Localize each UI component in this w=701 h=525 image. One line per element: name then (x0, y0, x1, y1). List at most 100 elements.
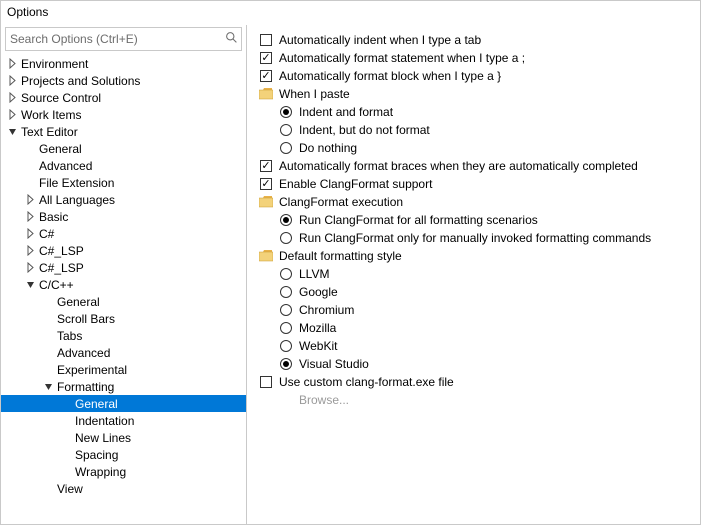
tree-item[interactable]: View (1, 480, 246, 497)
search-box[interactable] (5, 27, 242, 51)
option-row[interactable]: Run ClangFormat for all formatting scena… (259, 211, 700, 229)
option-row[interactable]: Mozilla (259, 319, 700, 337)
tree-item-label: C/C++ (39, 278, 74, 292)
checkbox-icon[interactable]: ✓ (259, 177, 273, 191)
radio-icon[interactable] (279, 357, 293, 371)
expand-icon[interactable] (25, 245, 36, 256)
option-row[interactable]: Use custom clang-format.exe file (259, 373, 700, 391)
left-pane: EnvironmentProjects and Solutions Source … (1, 25, 247, 524)
radio-icon[interactable] (279, 321, 293, 335)
tree-item-label: C#_LSP (39, 261, 84, 275)
tree-item[interactable]: Formatting (1, 378, 246, 395)
tree-item[interactable]: Basic (1, 208, 246, 225)
navigation-tree[interactable]: EnvironmentProjects and Solutions Source … (1, 55, 246, 524)
radio-icon[interactable] (279, 231, 293, 245)
checkbox-icon[interactable]: ✓ (259, 51, 273, 65)
tree-item[interactable]: C#_LSP (1, 259, 246, 276)
option-row[interactable]: ✓Enable ClangFormat support (259, 175, 700, 193)
folder-icon (259, 87, 273, 101)
tree-spacer (61, 398, 72, 409)
tree-item[interactable]: Experimental (1, 361, 246, 378)
tree-item[interactable]: C# (1, 225, 246, 242)
option-row[interactable]: Google (259, 283, 700, 301)
tree-item[interactable]: Work Items (1, 106, 246, 123)
option-row[interactable]: Visual Studio (259, 355, 700, 373)
expand-icon[interactable] (7, 58, 18, 69)
expand-icon[interactable] (25, 211, 36, 222)
tree-item[interactable]: C/C++ (1, 276, 246, 293)
option-row[interactable]: Automatically indent when I type a tab (259, 31, 700, 49)
checkbox-icon[interactable]: ✓ (259, 69, 273, 83)
tree-item[interactable]: New Lines (1, 429, 246, 446)
expand-icon[interactable] (25, 194, 36, 205)
option-row[interactable]: Indent, but do not format (259, 121, 700, 139)
tree-item[interactable]: Text Editor (1, 123, 246, 140)
folder-icon (259, 249, 273, 263)
radio-icon[interactable] (279, 267, 293, 281)
radio-icon[interactable] (279, 141, 293, 155)
option-label: Run ClangFormat only for manually invoke… (299, 231, 651, 245)
option-row[interactable]: WebKit (259, 337, 700, 355)
tree-item[interactable]: Scroll Bars (1, 310, 246, 327)
tree-spacer (25, 177, 36, 188)
tree-item-label: General (75, 397, 118, 411)
tree-item[interactable]: Source Control (1, 89, 246, 106)
tree-item[interactable]: Environment (1, 55, 246, 72)
tree-item[interactable]: Wrapping (1, 463, 246, 480)
window-title: Options (1, 1, 700, 25)
tree-spacer (43, 330, 54, 341)
radio-icon[interactable] (279, 285, 293, 299)
radio-icon[interactable] (279, 105, 293, 119)
option-row[interactable]: ✓Automatically format braces when they a… (259, 157, 700, 175)
expand-icon[interactable] (7, 75, 18, 86)
tree-item-label: Advanced (57, 346, 110, 360)
tree-item[interactable]: All Languages (1, 191, 246, 208)
tree-item[interactable]: Advanced (1, 157, 246, 174)
tree-item[interactable]: C#_LSP (1, 242, 246, 259)
tree-item-label: Spacing (75, 448, 118, 462)
tree-item[interactable]: Projects and Solutions (1, 72, 246, 89)
radio-icon[interactable] (279, 123, 293, 137)
radio-icon[interactable] (279, 213, 293, 227)
option-row[interactable]: ✓Automatically format statement when I t… (259, 49, 700, 67)
tree-spacer (25, 160, 36, 171)
search-input[interactable] (6, 30, 221, 48)
expand-icon[interactable] (25, 279, 36, 290)
tree-item[interactable]: Spacing (1, 446, 246, 463)
checkbox-icon[interactable] (259, 375, 273, 389)
option-row[interactable]: Chromium (259, 301, 700, 319)
tree-spacer (61, 432, 72, 443)
option-row[interactable]: Run ClangFormat only for manually invoke… (259, 229, 700, 247)
expand-icon[interactable] (43, 381, 54, 392)
option-row[interactable]: Indent and format (259, 103, 700, 121)
tree-spacer (61, 449, 72, 460)
option-row[interactable]: Do nothing (259, 139, 700, 157)
tree-item[interactable]: Tabs (1, 327, 246, 344)
checkbox-icon[interactable] (259, 33, 273, 47)
tree-item-label: General (57, 295, 100, 309)
expand-icon[interactable] (25, 228, 36, 239)
radio-icon[interactable] (279, 339, 293, 353)
checkbox-icon[interactable]: ✓ (259, 159, 273, 173)
tree-item-label: View (57, 482, 83, 496)
tree-item-label: Experimental (57, 363, 127, 377)
expand-icon[interactable] (7, 92, 18, 103)
tree-item[interactable]: General (1, 140, 246, 157)
spacer (279, 393, 293, 407)
tree-spacer (61, 466, 72, 477)
option-row[interactable]: ✓Automatically format block when I type … (259, 67, 700, 85)
expand-icon[interactable] (7, 109, 18, 120)
tree-item[interactable]: Indentation (1, 412, 246, 429)
option-row[interactable]: LLVM (259, 265, 700, 283)
tree-item[interactable]: File Extension (1, 174, 246, 191)
option-label: Run ClangFormat for all formatting scena… (299, 213, 538, 227)
expand-icon[interactable] (25, 262, 36, 273)
expand-icon[interactable] (7, 126, 18, 137)
tree-item-label: Environment (21, 57, 88, 71)
tree-item-label: Source Control (21, 91, 101, 105)
tree-item[interactable]: General (1, 395, 246, 412)
tree-item[interactable]: General (1, 293, 246, 310)
tree-item-label: Advanced (39, 159, 92, 173)
tree-item[interactable]: Advanced (1, 344, 246, 361)
radio-icon[interactable] (279, 303, 293, 317)
